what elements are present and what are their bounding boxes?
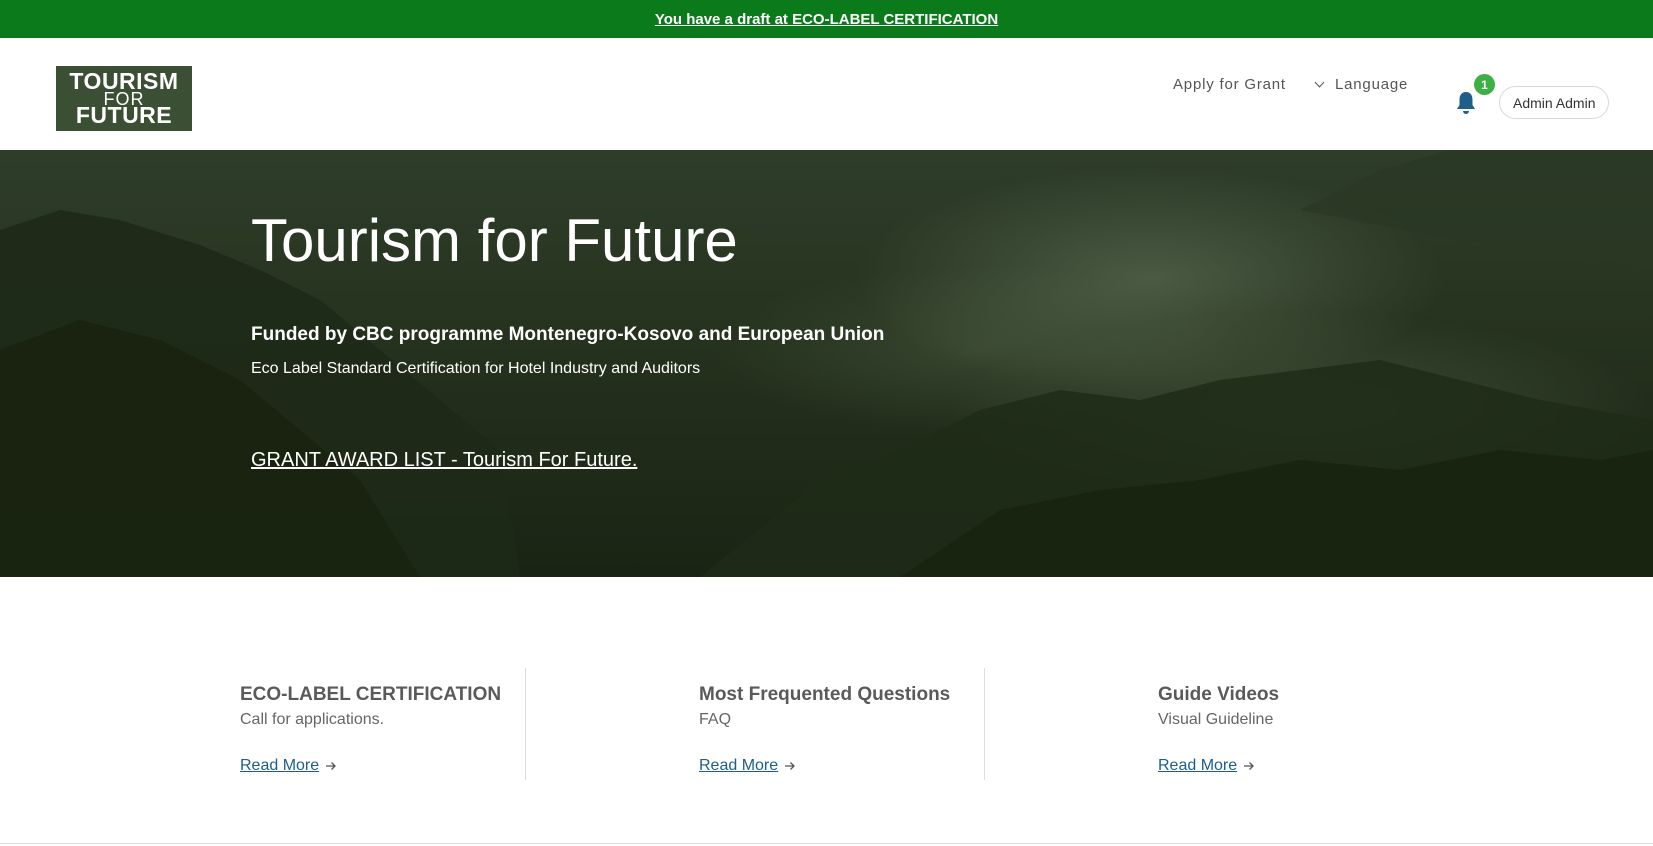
arrow-right-icon xyxy=(785,762,796,770)
card-divider xyxy=(984,668,985,780)
hero-banner: Tourism for Future Funded by CBC program… xyxy=(0,150,1653,577)
nav-apply-for-grant[interactable]: Apply for Grant xyxy=(1173,76,1286,93)
notification-badge: 1 xyxy=(1474,74,1495,95)
grant-award-list-link[interactable]: GRANT AWARD LIST - Tourism For Future. xyxy=(251,449,637,472)
read-more-label: Read More xyxy=(699,757,779,774)
hero-description: Eco Label Standard Certification for Hot… xyxy=(251,360,701,377)
logo[interactable]: TOURISM FOR FUTURE xyxy=(56,66,192,131)
chevron-down-icon xyxy=(1314,77,1325,88)
language-dropdown[interactable]: Language xyxy=(1314,76,1409,93)
arrow-right-icon xyxy=(1244,762,1255,770)
card-title: Most Frequented Questions xyxy=(699,684,951,705)
draft-banner: You have a draft at ECO-LABEL CERTIFICAT… xyxy=(0,0,1653,38)
read-more-label: Read More xyxy=(240,757,320,774)
logo-line-3: FUTURE xyxy=(75,102,173,128)
info-cards: ECO-LABEL CERTIFICATION Call for applica… xyxy=(0,668,1653,780)
hero-title: Tourism for Future xyxy=(251,207,738,274)
read-more-label: Read More xyxy=(1158,757,1238,774)
card-divider xyxy=(525,668,526,780)
card-subtitle: Call for applications. xyxy=(240,711,385,728)
draft-banner-link[interactable]: You have a draft at ECO-LABEL CERTIFICAT… xyxy=(655,11,998,28)
card-subtitle: FAQ xyxy=(699,711,732,728)
card-title: ECO-LABEL CERTIFICATION xyxy=(240,684,502,705)
language-label: Language xyxy=(1335,76,1409,93)
hero-subtitle: Funded by CBC programme Montenegro-Kosov… xyxy=(251,324,885,345)
arrow-right-icon xyxy=(326,762,337,770)
card-title: Guide Videos xyxy=(1158,684,1280,705)
bell-icon[interactable] xyxy=(1455,90,1477,116)
card-subtitle: Visual Guideline xyxy=(1158,711,1274,728)
header: TOURISM FOR FUTURE Apply for Grant Langu… xyxy=(0,38,1653,150)
read-more-link[interactable]: Read More xyxy=(240,757,337,775)
forest-background-image xyxy=(0,150,1653,577)
read-more-link[interactable]: Read More xyxy=(1158,757,1255,775)
footer-divider xyxy=(0,843,1653,844)
read-more-link[interactable]: Read More xyxy=(699,757,796,775)
user-menu-button[interactable]: Admin Admin xyxy=(1499,86,1610,119)
